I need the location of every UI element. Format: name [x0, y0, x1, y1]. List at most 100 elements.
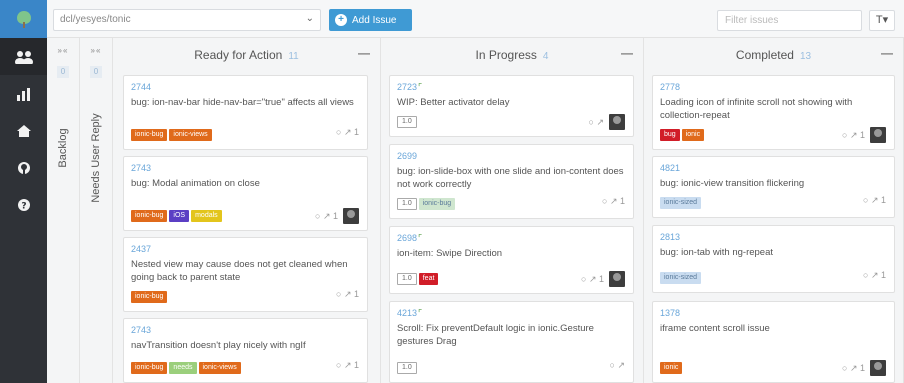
issue-number[interactable]: 2743: [131, 325, 151, 335]
issue-number-text[interactable]: 2437: [131, 244, 151, 254]
issue-number[interactable]: 2743: [131, 163, 151, 173]
issue-card[interactable]: 4821 bug: ionic-view transition flickerin…: [652, 156, 895, 218]
pull-request-icon: ⌜: [418, 233, 423, 243]
column-count: 13: [799, 51, 812, 62]
points-badge: 1.0: [397, 362, 417, 374]
issue-title[interactable]: ion-item: Swipe Direction: [397, 247, 625, 260]
issue-labels: 1.0: [397, 362, 417, 374]
issue-number[interactable]: 2813: [660, 232, 680, 242]
plus-icon: +: [335, 14, 347, 26]
issue-number-text[interactable]: 2778: [660, 82, 680, 92]
filter-input[interactable]: Filter issues: [717, 10, 862, 31]
chevron-down-icon: ⌄: [305, 13, 314, 24]
lane-needs-user-reply[interactable]: »« 0 Needs User Reply: [80, 38, 113, 383]
issue-card[interactable]: 2723⌜ WIP: Better activator delay 1.0 ○ ↗: [389, 75, 634, 137]
issue-title[interactable]: bug: ion-slide-box with one slide and io…: [397, 165, 625, 191]
issue-number[interactable]: 2699: [397, 151, 417, 161]
issue-labels: bug ionic: [660, 129, 705, 141]
filter-icon[interactable]: T▾: [869, 10, 895, 31]
team-icon[interactable]: [0, 38, 47, 75]
column-count: 4: [542, 51, 549, 62]
issue-card[interactable]: 2743 navTransition doesn't play nicely wi…: [123, 318, 368, 383]
comment-icon: ○ ↗ 1: [863, 270, 886, 280]
add-issue-button[interactable]: + Add Issue: [329, 9, 412, 31]
issue-card[interactable]: 2744 bug: ion-nav-bar hide-nav-bar="true"…: [123, 75, 368, 150]
issue-label: ionic-bug: [131, 210, 168, 222]
comment-icon: ○ ↗ 1: [315, 210, 338, 221]
issue-number-text[interactable]: 2698: [397, 233, 417, 243]
issue-card[interactable]: 1378 iframe content scroll issue ionic ○ ↗ …: [652, 301, 895, 383]
avatar[interactable]: [609, 271, 625, 287]
issue-meta: ○ ↗ 1: [336, 127, 359, 138]
lane-count: 0: [90, 66, 102, 78]
issue-card[interactable]: 2698⌜ ion-item: Swipe Direction 1.0 feat ○ ↗…: [389, 226, 634, 294]
issue-number[interactable]: 2437: [131, 244, 151, 254]
comment-icon: ○ ↗ 1: [336, 360, 359, 370]
issue-number-text[interactable]: 2743: [131, 163, 151, 173]
issue-card[interactable]: 2743 bug: Modal animation on close ionic-b…: [123, 156, 368, 231]
avatar[interactable]: [609, 114, 625, 130]
issue-number[interactable]: 4821: [660, 163, 680, 173]
issue-number[interactable]: 4213⌜: [397, 308, 422, 319]
issue-title[interactable]: bug: ion-nav-bar hide-nav-bar="true" aff…: [131, 96, 359, 109]
issue-meta: ○ ↗ 1: [315, 208, 359, 224]
issue-card[interactable]: 2437 Nested view may cause does not get c…: [123, 237, 368, 312]
issue-card[interactable]: 2813 bug: ion-tab with ng-repeat ionic-siz…: [652, 225, 895, 293]
home-icon[interactable]: [0, 112, 47, 149]
issue-number-text[interactable]: 2743: [131, 325, 151, 335]
issue-number-text[interactable]: 2813: [660, 232, 680, 242]
issue-title[interactable]: navTransition doesn't play nicely with n…: [131, 339, 359, 352]
issue-title[interactable]: Nested view may cause does not get clean…: [131, 258, 359, 284]
expand-arrows-icon[interactable]: »«: [47, 46, 79, 55]
issue-labels: ionic-bug iOS modals: [131, 210, 222, 222]
issue-number-text[interactable]: 4821: [660, 163, 680, 173]
help-icon[interactable]: ?: [0, 186, 47, 223]
points-badge: 1.0: [397, 198, 417, 210]
issue-number[interactable]: 2778: [660, 82, 680, 92]
issue-title[interactable]: iframe content scroll issue: [660, 322, 886, 335]
column-menu-icon[interactable]: —: [881, 46, 893, 60]
issue-title[interactable]: bug: ionic-view transition flickering: [660, 177, 886, 190]
column-title: In Progress 4: [381, 48, 643, 62]
comment-icon: ○ ↗ 1: [842, 129, 865, 140]
column-header: Ready for Action 11 —: [113, 38, 380, 71]
column-title-text: Ready for Action: [194, 48, 283, 62]
column-menu-icon[interactable]: —: [621, 46, 633, 60]
issue-card[interactable]: 2699 bug: ion-slide-box with one slide an…: [389, 144, 634, 219]
issue-number-text[interactable]: 2699: [397, 151, 417, 161]
issue-title[interactable]: Loading icon of infinite scroll not show…: [660, 96, 886, 122]
issue-meta: ○ ↗ 1: [581, 271, 625, 287]
issue-title[interactable]: WIP: Better activator delay: [397, 96, 625, 109]
issue-title[interactable]: Scroll: Fix preventDefault logic in ioni…: [397, 322, 625, 348]
issue-number-text[interactable]: 2723: [397, 82, 417, 92]
column-menu-icon[interactable]: —: [358, 46, 370, 60]
github-icon[interactable]: [0, 149, 47, 186]
lane-backlog[interactable]: »« 0 Backlog: [47, 38, 80, 383]
avatar[interactable]: [870, 360, 886, 376]
lane-count: 0: [57, 66, 69, 78]
issue-title[interactable]: bug: Modal animation on close: [131, 177, 359, 190]
issue-number[interactable]: 2744: [131, 82, 151, 92]
app-logo[interactable]: [0, 0, 47, 38]
expand-arrows-icon[interactable]: »«: [80, 46, 112, 55]
issue-title[interactable]: bug: ion-tab with ng-repeat: [660, 246, 886, 259]
issue-label: ionic: [660, 362, 683, 374]
issue-number[interactable]: 2723⌜: [397, 82, 422, 93]
chart-icon[interactable]: [0, 75, 47, 112]
column-title-text: In Progress: [475, 48, 537, 62]
column-title-text: Completed: [735, 48, 794, 62]
issue-label: feat: [418, 273, 439, 285]
avatar[interactable]: [343, 208, 359, 224]
issue-card[interactable]: 4213⌜ Scroll: Fix preventDefault logic in…: [389, 301, 634, 383]
issue-number[interactable]: 1378: [660, 308, 680, 318]
issue-card[interactable]: 2778 Loading icon of infinite scroll not …: [652, 75, 895, 150]
issue-number-text[interactable]: 2744: [131, 82, 151, 92]
comment-icon: ○ ↗ 1: [842, 362, 865, 373]
issue-number[interactable]: 2698⌜: [397, 233, 422, 244]
column-header: Completed 13 —: [644, 38, 903, 71]
avatar[interactable]: [870, 127, 886, 143]
repo-select[interactable]: dcl/yesyes/tonic ⌄: [53, 9, 321, 31]
issue-number-text[interactable]: 1378: [660, 308, 680, 318]
issue-label: ionic-bug: [131, 362, 168, 374]
issue-number-text[interactable]: 4213: [397, 308, 417, 318]
